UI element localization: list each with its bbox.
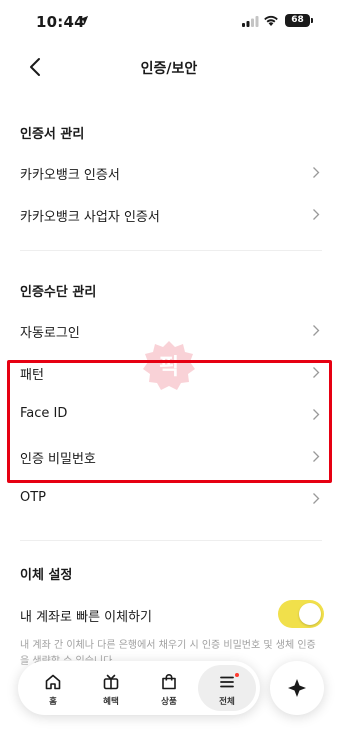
nav-label: 홈 (49, 697, 57, 707)
chevron-right-icon (313, 167, 320, 178)
auth-section-title: 인증수단 관리 (20, 285, 97, 300)
page-title: 인증/보안 (140, 61, 198, 77)
row-label: OTP (20, 490, 47, 505)
notification-dot (235, 673, 239, 677)
chevron-right-icon (313, 451, 320, 462)
row-label: 카카오뱅크 사업자 인증서 (20, 210, 160, 225)
header: 인증/보안 (0, 46, 338, 88)
chevron-right-icon (313, 367, 320, 378)
watermark-seal: 픽 (143, 341, 195, 390)
chevron-right-icon (313, 409, 320, 420)
row-kakaobank-cert[interactable]: 카카오뱅크 인증서 (0, 152, 338, 192)
chevron-right-icon (313, 209, 320, 220)
nav-all[interactable]: 전체 (198, 665, 256, 711)
wifi-icon (264, 15, 278, 26)
row-label: 내 계좌로 빠른 이체하기 (20, 610, 152, 625)
row-label: 자동로그인 (20, 326, 80, 341)
transfer-section-title: 이체 설정 (20, 568, 73, 583)
nav-benefits[interactable]: 혜택 (82, 665, 140, 711)
chevron-right-icon (313, 493, 320, 504)
row-label: 인증 비밀번호 (20, 452, 96, 467)
bag-icon (162, 674, 176, 690)
bottom-nav: 홈 혜택 상품 전체 (18, 661, 260, 715)
quick-transfer-toggle[interactable] (278, 600, 324, 628)
battery-indicator: 68 (285, 14, 310, 27)
status-bar: 10:44 68 (0, 0, 338, 46)
nav-products[interactable]: 상품 (140, 665, 198, 711)
nav-label: 전체 (219, 697, 235, 707)
home-icon (45, 674, 61, 690)
row-kakaobank-business-cert[interactable]: 카카오뱅크 사업자 인증서 (0, 194, 338, 234)
battery-tip (311, 18, 313, 23)
chevron-right-icon (313, 325, 320, 336)
row-label: 패턴 (20, 368, 44, 383)
watermark-text: 픽 (159, 355, 179, 380)
nav-home[interactable]: 홈 (24, 665, 82, 711)
cert-section-title: 인증서 관리 (20, 127, 85, 142)
section-divider (20, 540, 322, 541)
row-auth-password[interactable]: 인증 비밀번호 (0, 436, 338, 476)
assistant-button[interactable] (270, 661, 324, 715)
toggle-knob (299, 603, 321, 625)
sparkle-icon (288, 679, 306, 697)
row-otp[interactable]: OTP (0, 478, 338, 518)
gift-icon (103, 674, 119, 690)
section-divider (20, 250, 322, 251)
row-face-id[interactable]: Face ID (0, 394, 338, 434)
nav-label: 상품 (161, 697, 177, 707)
row-label: Face ID (20, 406, 68, 421)
location-arrow-icon (78, 15, 89, 26)
row-label: 카카오뱅크 인증서 (20, 168, 120, 183)
nav-label: 혜택 (103, 697, 119, 707)
cellular-signal-icon (242, 16, 259, 27)
menu-icon (220, 676, 234, 688)
